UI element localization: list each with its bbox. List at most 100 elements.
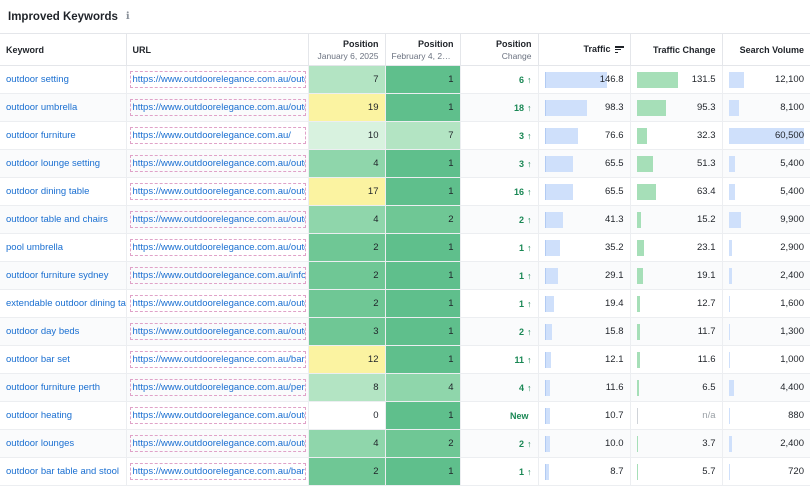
- url-link[interactable]: https://www.outdoorelegance.com.au/: [129, 127, 306, 144]
- keyword-link[interactable]: outdoor setting: [0, 65, 127, 94]
- search-volume-value: 1,000: [780, 353, 804, 365]
- column-header-search-volume[interactable]: Search Volume: [722, 34, 810, 66]
- url-link[interactable]: https://www.outdoorelegance.com.au/bar-t…: [129, 463, 306, 480]
- keyword-link[interactable]: outdoor furniture perth: [0, 373, 127, 402]
- keyword-link[interactable]: outdoor furniture sydney: [0, 261, 127, 290]
- position-jan-cell: 10: [308, 121, 386, 150]
- traffic-change-value: 23.1: [697, 241, 716, 253]
- keyword-link[interactable]: outdoor bar set: [0, 345, 127, 374]
- table-row: outdoor lounges https://www.outdoorelegan…: [0, 429, 810, 458]
- table-row: extendable outdoor dining table https://w…: [0, 289, 810, 318]
- traffic-change-value: 3.7: [702, 437, 716, 449]
- search-volume-bar: [728, 239, 733, 256]
- keyword-link[interactable]: outdoor umbrella: [0, 93, 127, 122]
- traffic-change-value: n/a: [702, 409, 716, 421]
- url-link[interactable]: https://www.outdoorelegance.com.au/outdo…: [129, 211, 306, 228]
- traffic-change-bar: [636, 407, 638, 424]
- traffic-cell: 76.6: [538, 121, 631, 150]
- keyword-link[interactable]: extendable outdoor dining table: [0, 289, 127, 318]
- traffic-value: 8.7: [610, 465, 624, 477]
- column-header-traffic-change[interactable]: Traffic Change: [630, 34, 723, 66]
- traffic-change-bar: [636, 183, 657, 200]
- traffic-change-cell: n/a: [630, 401, 723, 430]
- traffic-cell: 41.3: [538, 205, 631, 234]
- table-row: outdoor bar table and stool https://www.o…: [0, 457, 810, 486]
- search-volume-value: 2,400: [780, 269, 804, 281]
- keyword-link[interactable]: pool umbrella: [0, 233, 127, 262]
- traffic-cell: 12.1: [538, 345, 631, 374]
- url-link[interactable]: https://www.outdoorelegance.com.au/outdo…: [129, 323, 306, 340]
- search-volume-cell: 5,400: [722, 149, 810, 178]
- url-link[interactable]: https://www.outdoorelegance.com.au/perth…: [129, 379, 306, 396]
- url-link[interactable]: https://www.outdoorelegance.com.au/outdo…: [129, 435, 306, 452]
- url-link[interactable]: https://www.outdoorelegance.com.au/bar-s…: [129, 351, 306, 368]
- traffic-change-bar: [636, 99, 667, 116]
- position-change-cell: 1 ↑: [460, 233, 539, 262]
- traffic-change-value: 6.5: [702, 381, 716, 393]
- search-volume-bar: [728, 323, 731, 340]
- url-link[interactable]: https://www.outdoorelegance.com.au/outdo…: [129, 407, 306, 424]
- column-header-position-feb[interactable]: Position February 4, 2025: [385, 34, 461, 66]
- url-link[interactable]: https://www.outdoorelegance.com.au/outdo…: [129, 239, 306, 256]
- table-row: outdoor furniture sydney https://www.outd…: [0, 261, 810, 290]
- traffic-cell: 10.0: [538, 429, 631, 458]
- keyword-link[interactable]: outdoor bar table and stool: [0, 457, 127, 486]
- search-volume-cell: 1,600: [722, 289, 810, 318]
- column-subheader: Change: [501, 50, 532, 61]
- keyword-link[interactable]: outdoor table and chairs: [0, 205, 127, 234]
- widget-title: Improved Keywords: [8, 10, 118, 23]
- keyword-link[interactable]: outdoor lounge setting: [0, 149, 127, 178]
- search-volume-bar: [728, 183, 736, 200]
- url-cell: https://www.outdoorelegance.com.au/bar-t…: [126, 457, 309, 486]
- arrow-up-icon: ↑: [527, 102, 532, 113]
- traffic-cell: 98.3: [538, 93, 631, 122]
- search-volume-cell: 2,400: [722, 429, 810, 458]
- traffic-value: 10.7: [605, 409, 624, 421]
- table-row: outdoor furniture perth https://www.outdo…: [0, 373, 810, 402]
- url-link[interactable]: https://www.outdoorelegance.com.au/outdo…: [129, 71, 306, 88]
- position-change-cell: 3 ↑: [460, 121, 539, 150]
- search-volume-cell: 4,400: [722, 373, 810, 402]
- traffic-change-value: 95.3: [697, 101, 716, 113]
- url-link[interactable]: https://www.outdoorelegance.com.au/outdo…: [129, 183, 306, 200]
- column-header-position-change[interactable]: Position Change: [460, 34, 539, 66]
- arrow-up-icon: ↑: [527, 270, 532, 281]
- keyword-link[interactable]: outdoor dining table: [0, 177, 127, 206]
- keyword-link[interactable]: outdoor furniture: [0, 121, 127, 150]
- position-change-value: 3: [518, 130, 524, 141]
- position-change-cell: 4 ↑: [460, 373, 539, 402]
- url-link[interactable]: https://www.outdoorelegance.com.au/outdo…: [129, 155, 306, 172]
- sort-descending-icon[interactable]: [614, 45, 624, 55]
- url-cell: https://www.outdoorelegance.com.au/outdo…: [126, 65, 309, 94]
- url-link[interactable]: https://www.outdoorelegance.com.au/outdo…: [129, 295, 306, 312]
- position-feb-cell: 4: [385, 373, 461, 402]
- position-change-value: 1: [518, 270, 524, 281]
- traffic-change-cell: 63.4: [630, 177, 723, 206]
- arrow-up-icon: ↑: [527, 242, 532, 253]
- position-feb-cell: 1: [385, 149, 461, 178]
- search-volume-bar: [728, 295, 731, 312]
- search-volume-bar: [728, 71, 744, 88]
- keyword-link[interactable]: outdoor heating: [0, 401, 127, 430]
- arrow-up-icon: ↑: [527, 214, 532, 225]
- keyword-link[interactable]: outdoor day beds: [0, 317, 127, 346]
- url-cell: https://www.outdoorelegance.com.au/outdo…: [126, 401, 309, 430]
- info-icon[interactable]: ℹ︎: [126, 11, 130, 22]
- position-feb-cell: 1: [385, 261, 461, 290]
- column-header-url[interactable]: URL: [126, 34, 309, 66]
- column-header-traffic[interactable]: Traffic: [538, 34, 631, 66]
- position-change-cell: 3 ↑: [460, 149, 539, 178]
- column-header-position-jan[interactable]: Position January 6, 2025: [308, 34, 386, 66]
- traffic-bar: [544, 323, 553, 340]
- keyword-link[interactable]: outdoor lounges: [0, 429, 127, 458]
- url-link[interactable]: https://www.outdoorelegance.com.au/outdo…: [129, 99, 306, 116]
- traffic-change-bar: [636, 267, 643, 284]
- url-link[interactable]: https://www.outdoorelegance.com.au/info/…: [129, 267, 306, 284]
- search-volume-value: 4,400: [780, 381, 804, 393]
- column-header-keyword[interactable]: Keyword: [0, 34, 127, 66]
- table-row: outdoor umbrella https://www.outdoorelega…: [0, 93, 810, 122]
- traffic-value: 12.1: [605, 353, 624, 365]
- traffic-value: 10.0: [605, 437, 624, 449]
- search-volume-bar: [728, 407, 730, 424]
- url-cell: https://www.outdoorelegance.com.au/outdo…: [126, 233, 309, 262]
